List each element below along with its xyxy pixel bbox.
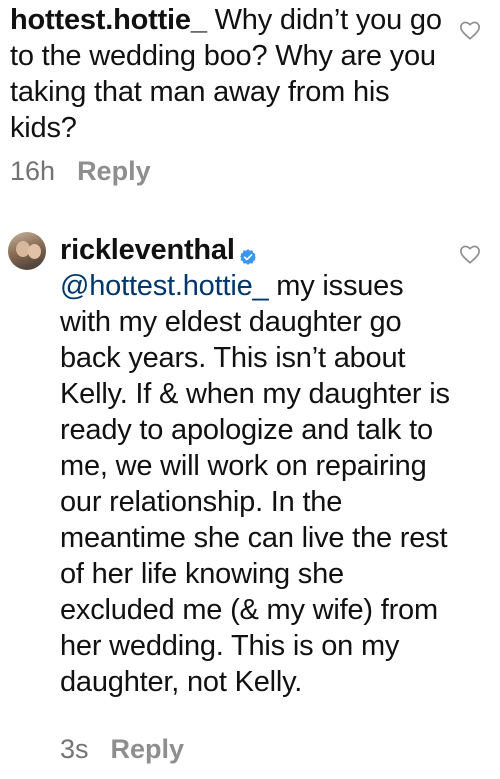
- comment-timestamp: 16h: [10, 156, 56, 186]
- reply-button[interactable]: Reply: [77, 156, 151, 187]
- comment-meta: 3s Reply: [60, 734, 184, 765]
- reply-button[interactable]: Reply: [111, 734, 185, 765]
- comment-username[interactable]: hottest.hottie_: [10, 4, 207, 36]
- comment-body: rickleventhal @hottest.hottie_ my issues…: [60, 232, 460, 700]
- avatar[interactable]: [8, 232, 46, 270]
- comment-timestamp: 3s: [60, 734, 89, 764]
- comment-username[interactable]: rickleventhal: [60, 234, 235, 266]
- mention-link[interactable]: @hottest.hottie_: [60, 270, 269, 302]
- verified-badge-icon: [239, 239, 257, 266]
- comment-item: hottest.hottie_ Why didn’t you go to the…: [0, 0, 500, 200]
- comment-body: hottest.hottie_ Why didn’t you go to the…: [10, 2, 450, 146]
- heart-icon[interactable]: [459, 244, 481, 266]
- heart-icon[interactable]: [459, 20, 481, 42]
- comment-text: my issues with my eldest daughter go bac…: [60, 270, 450, 698]
- avatar-face: [28, 244, 41, 259]
- comment-item: rickleventhal @hottest.hottie_ my issues…: [0, 218, 500, 779]
- comment-meta: 16h Reply: [10, 156, 151, 187]
